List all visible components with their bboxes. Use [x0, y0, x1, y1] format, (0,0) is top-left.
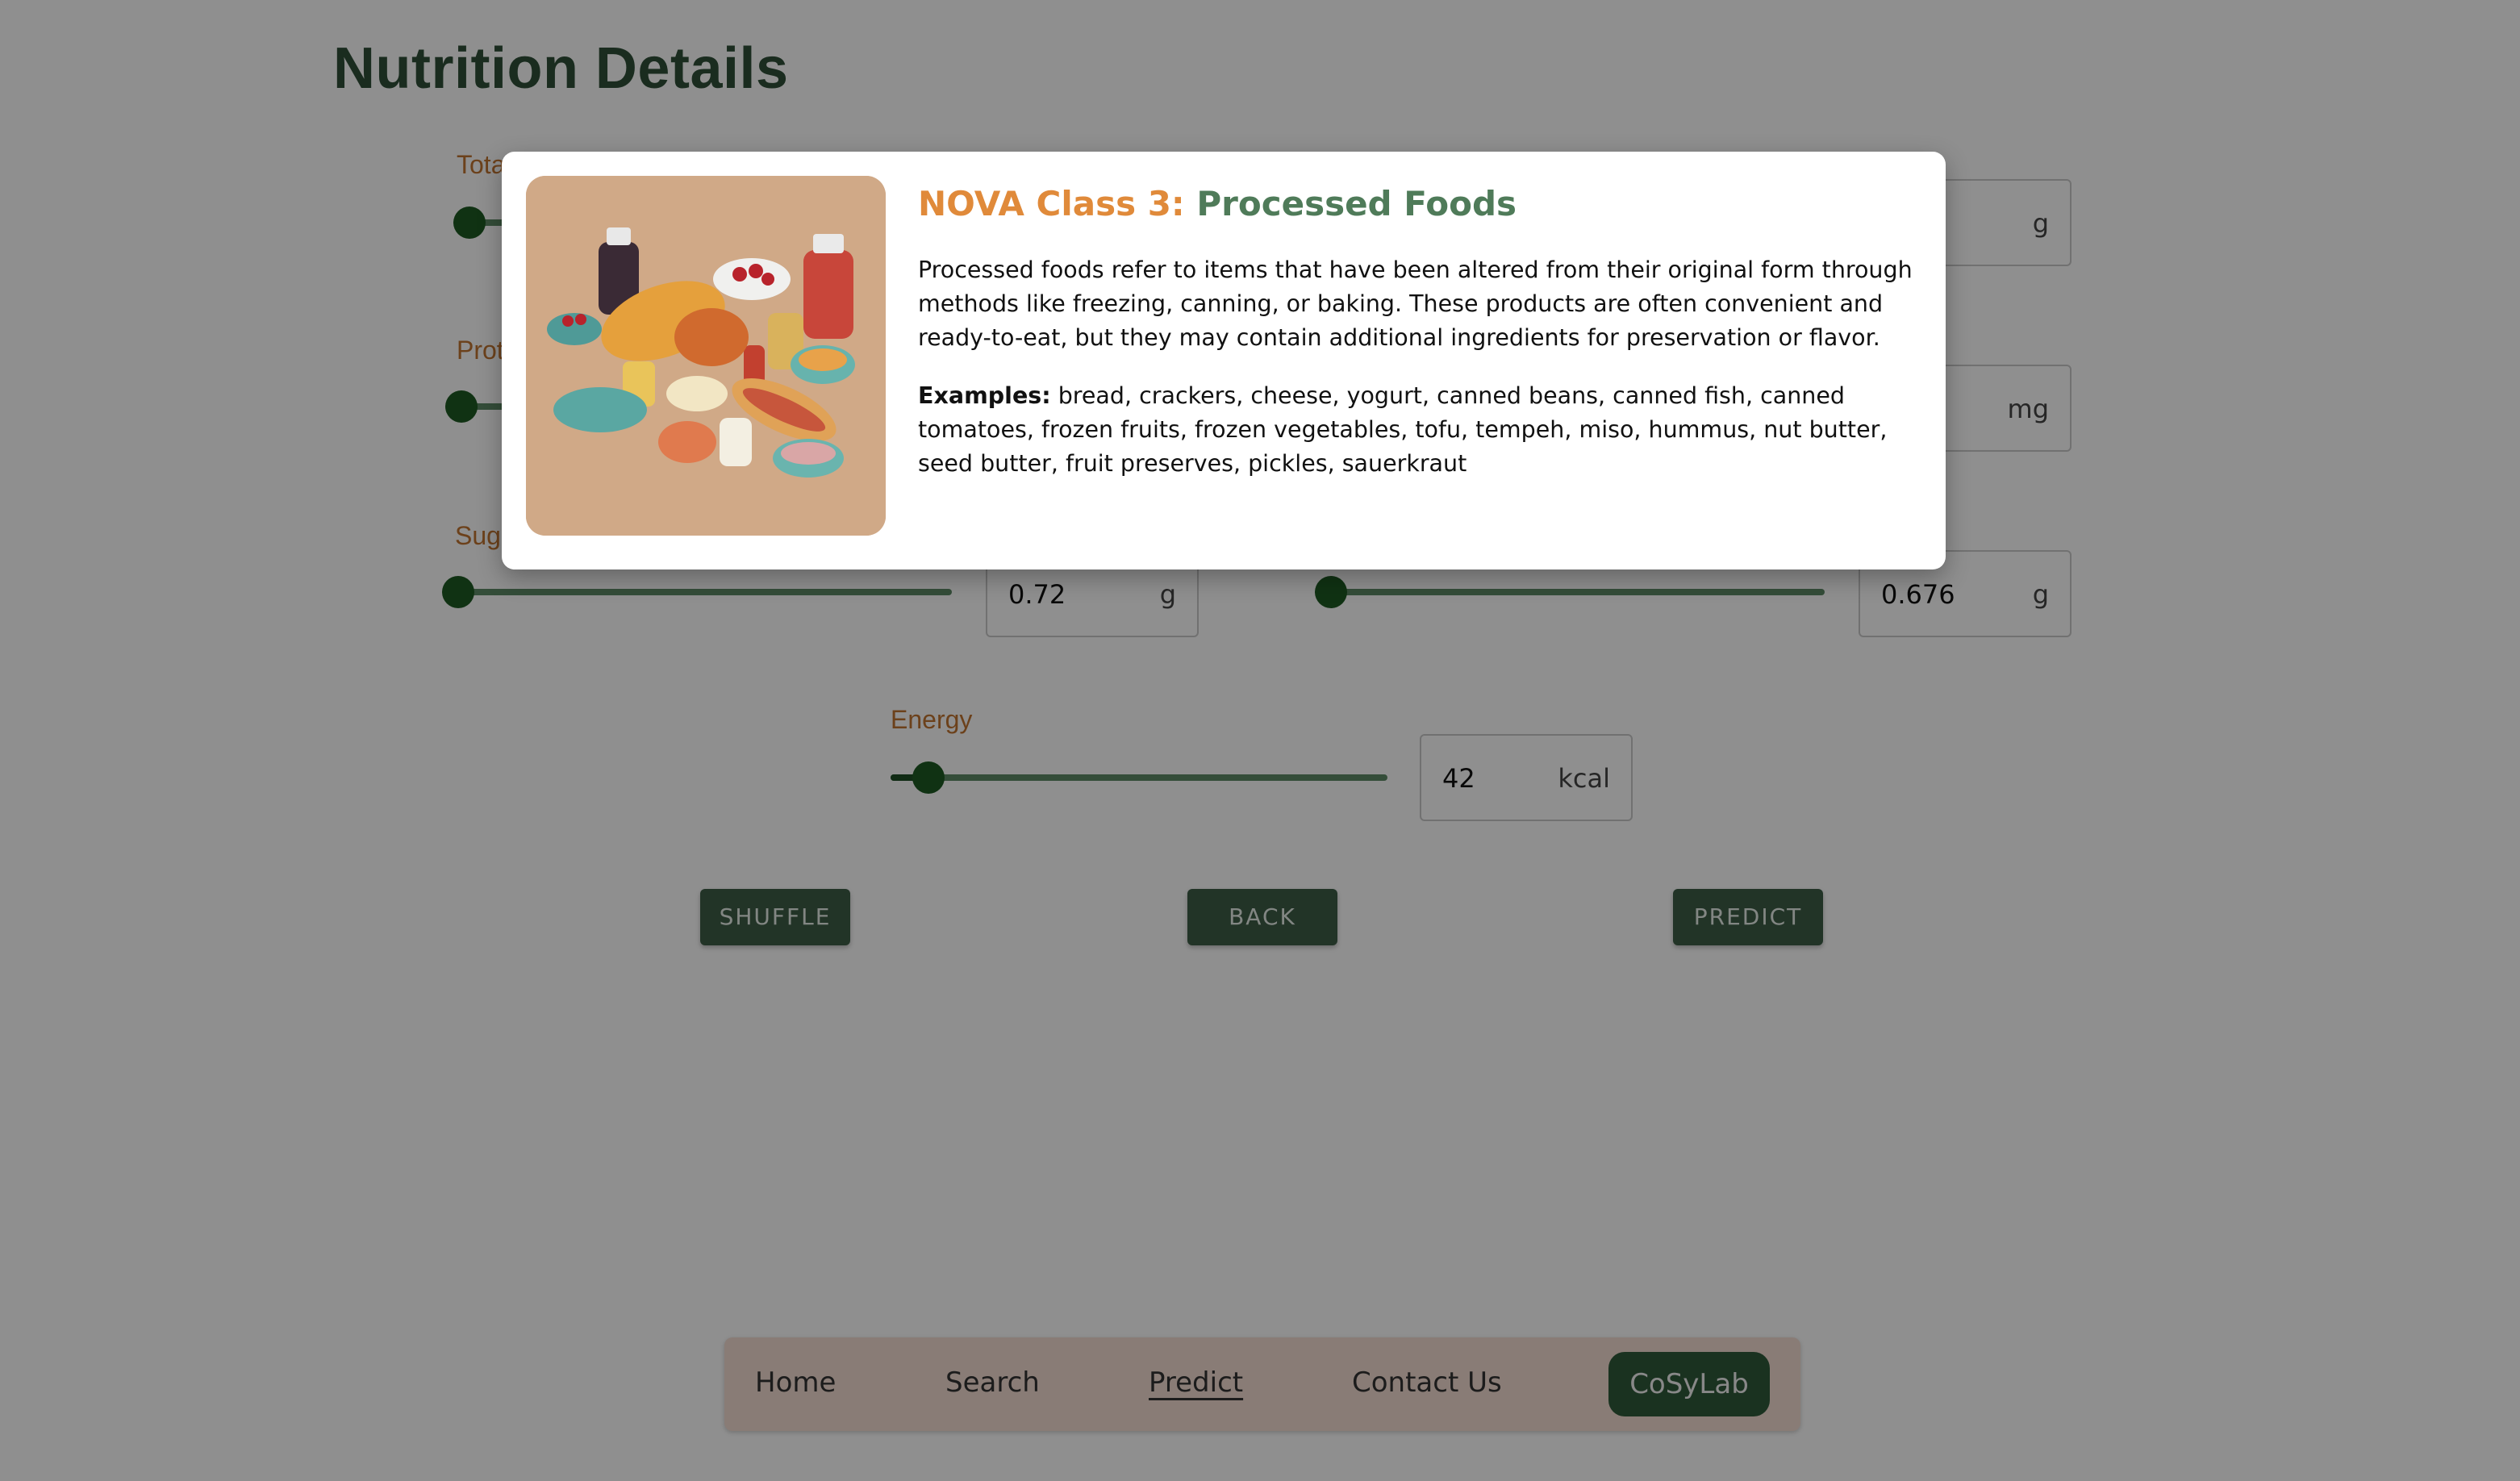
modal-title: NOVA Class 3: Processed Foods [918, 184, 1517, 223]
processed-foods-illustration [526, 176, 886, 536]
examples-text: bread, crackers, cheese, yogurt, canned … [918, 382, 1888, 477]
nova-class-name: Processed Foods [1196, 184, 1517, 223]
nova-class-label: NOVA Class 3: [918, 184, 1185, 223]
examples-label: Examples: [918, 382, 1051, 409]
nova-info-modal: NOVA Class 3: Processed Foods Processed … [502, 152, 1946, 569]
modal-examples: Examples: bread, crackers, cheese, yogur… [918, 379, 1918, 481]
modal-description: Processed foods refer to items that have… [918, 257, 1913, 351]
